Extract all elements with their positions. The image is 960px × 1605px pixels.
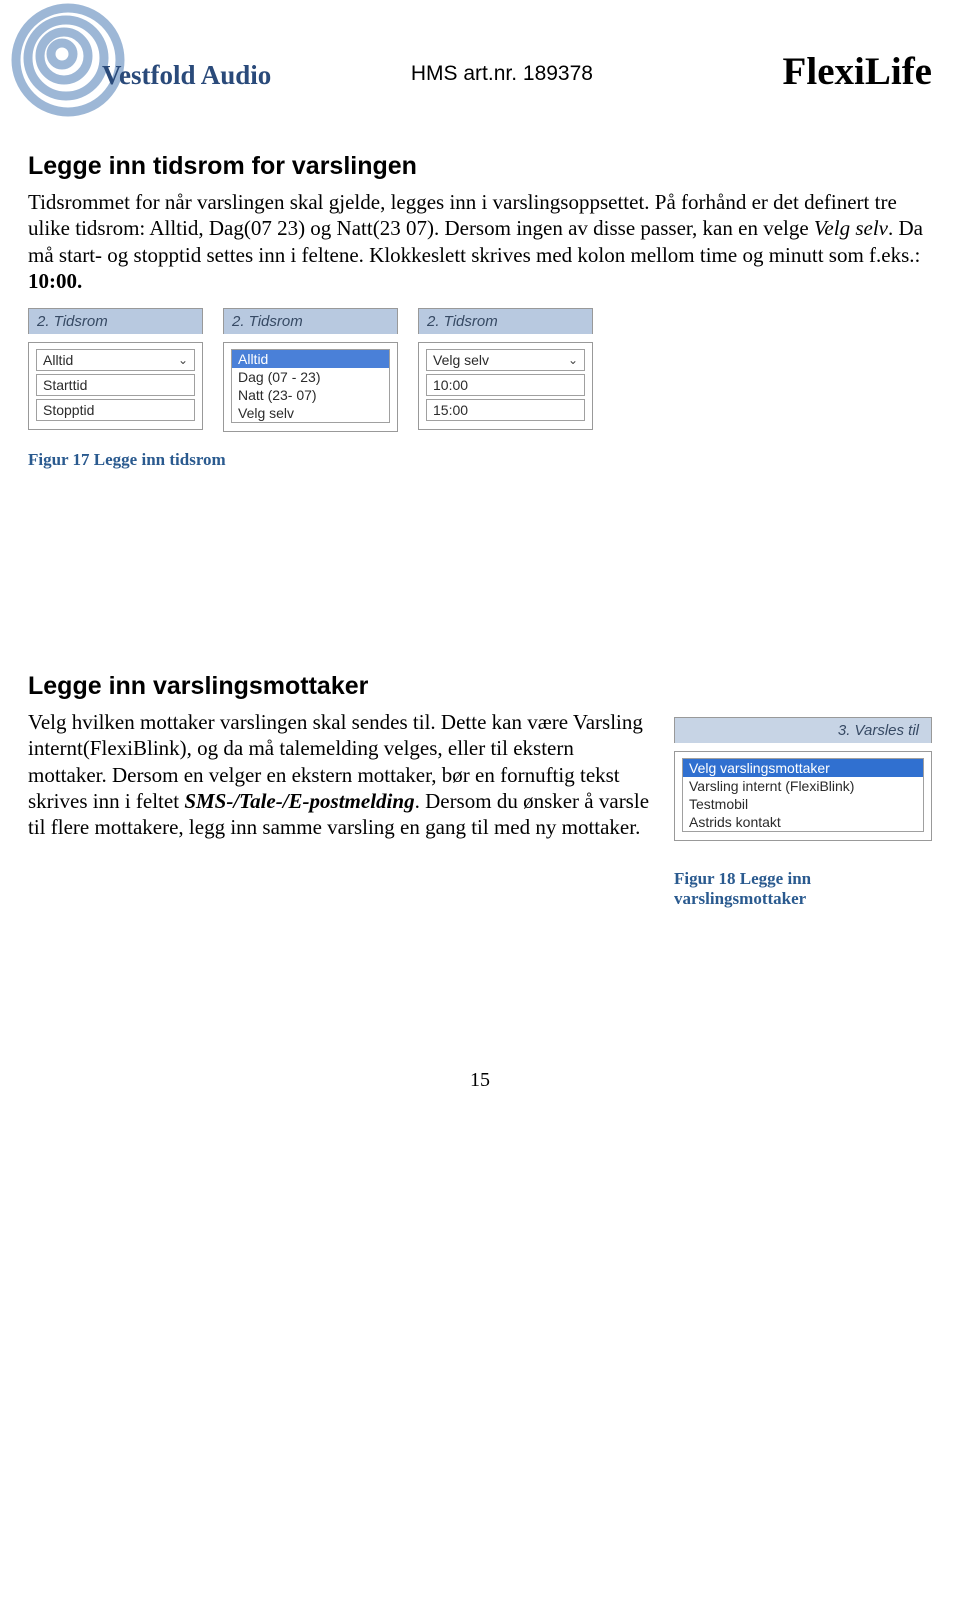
section2-heading: Legge inn varslingsmottaker xyxy=(28,672,932,701)
list-item[interactable]: Dag (07 - 23) xyxy=(232,368,389,386)
brand-name: FlexiLife xyxy=(783,49,932,94)
section1-paragraph: Tidsrommet for når varslingen skal gjeld… xyxy=(28,189,928,294)
logo: Vestfold Audio xyxy=(28,20,271,120)
section2-paragraph: Velg hvilken mottaker varslingen skal se… xyxy=(28,709,654,840)
cell-label: Velg selv xyxy=(433,352,489,368)
tidsrom-panel-1: 2. Tidsrom Alltid ⌄ Starttid Stopptid xyxy=(28,308,203,432)
cell-label: 10:00 xyxy=(433,377,468,393)
tidsrom-panel-2: 2. Tidsrom Alltid Dag (07 - 23) Natt (23… xyxy=(223,308,398,432)
list-item[interactable]: Velg varslingsmottaker xyxy=(683,759,923,777)
cell-label: Alltid xyxy=(43,352,73,368)
panel-head: 3. Varsles til xyxy=(674,717,932,743)
list-item[interactable]: Natt (23- 07) xyxy=(232,386,389,404)
figure17-caption: Figur 17 Legge inn tidsrom xyxy=(28,450,932,470)
list-item[interactable]: Astrids kontakt xyxy=(683,813,923,831)
figure17-row: 2. Tidsrom Alltid ⌄ Starttid Stopptid 2.… xyxy=(28,308,932,432)
figure18-caption: Figur 18 Legge inn varslingsmottaker xyxy=(674,869,932,909)
dropdown-alltid[interactable]: Alltid ⌄ xyxy=(36,349,195,371)
cell-label: Stopptid xyxy=(43,402,94,418)
list-item[interactable]: Velg selv xyxy=(232,404,389,422)
list-item[interactable]: Alltid xyxy=(232,350,389,368)
section2-row: Velg hvilken mottaker varslingen skal se… xyxy=(28,709,932,909)
cell-label: 15:00 xyxy=(433,402,468,418)
panel-body: Alltid Dag (07 - 23) Natt (23- 07) Velg … xyxy=(223,342,398,432)
panel-body: Velg selv ⌄ 10:00 15:00 xyxy=(418,342,593,430)
panel-head: 2. Tidsrom xyxy=(223,308,398,334)
panel-head: 2. Tidsrom xyxy=(28,308,203,334)
para-bold: 10:00. xyxy=(28,269,82,293)
dropdown-velgselv[interactable]: Velg selv ⌄ xyxy=(426,349,585,371)
para-text: Tidsrommet for når varslingen skal gjeld… xyxy=(28,190,897,240)
tidsrom-panel-3: 2. Tidsrom Velg selv ⌄ 10:00 15:00 xyxy=(418,308,593,432)
logo-text: Vestfold Audio xyxy=(102,60,271,91)
list-item[interactable]: Varsling internt (FlexiBlink) xyxy=(683,777,923,795)
para-em: Velg selv xyxy=(814,216,888,240)
chevron-down-icon: ⌄ xyxy=(568,353,578,367)
panel-head: 2. Tidsrom xyxy=(418,308,593,334)
starttid-field[interactable]: Starttid xyxy=(36,374,195,396)
stopptid-field[interactable]: Stopptid xyxy=(36,399,195,421)
para-em: SMS-/Tale-/E-postmelding xyxy=(184,789,414,813)
starttid-value[interactable]: 10:00 xyxy=(426,374,585,396)
section1-heading: Legge inn tidsrom for varslingen xyxy=(28,152,932,181)
list-item[interactable]: Testmobil xyxy=(683,795,923,813)
panel-body: Alltid ⌄ Starttid Stopptid xyxy=(28,342,203,430)
chevron-down-icon: ⌄ xyxy=(178,353,188,367)
tidsrom-listbox[interactable]: Alltid Dag (07 - 23) Natt (23- 07) Velg … xyxy=(231,349,390,423)
varsles-panel: 3. Varsles til Velg varslingsmottaker Va… xyxy=(674,717,932,909)
hms-code: HMS art.nr. 189378 xyxy=(411,62,593,86)
mottaker-listbox[interactable]: Velg varslingsmottaker Varsling internt … xyxy=(682,758,924,832)
page-header: Vestfold Audio HMS art.nr. 189378 FlexiL… xyxy=(28,20,932,120)
cell-label: Starttid xyxy=(43,377,87,393)
stopptid-value[interactable]: 15:00 xyxy=(426,399,585,421)
panel-body: Velg varslingsmottaker Varsling internt … xyxy=(674,751,932,841)
page-number: 15 xyxy=(28,1069,932,1122)
